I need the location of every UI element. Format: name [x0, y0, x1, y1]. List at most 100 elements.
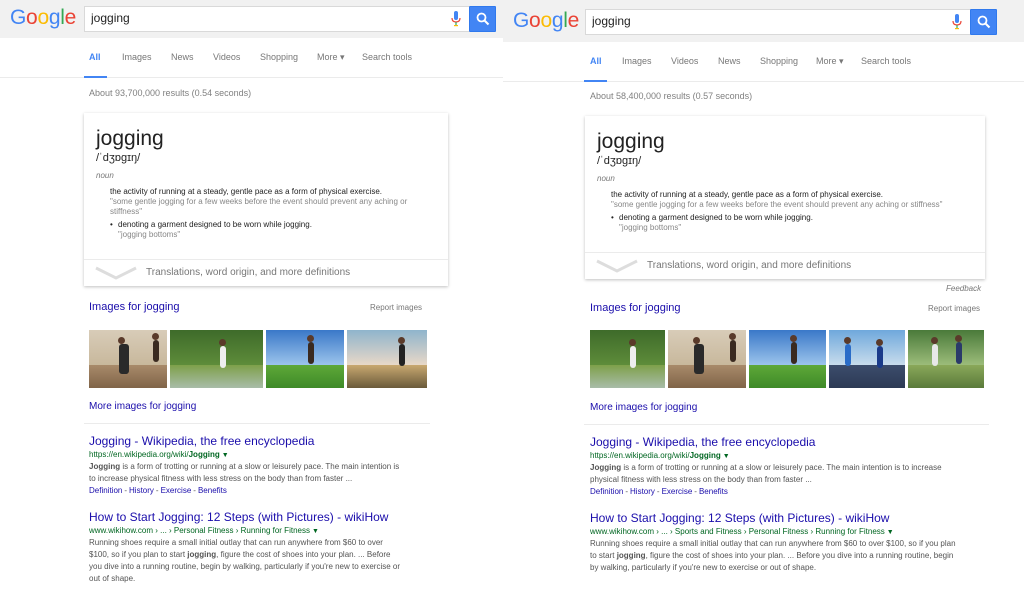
- tab-images[interactable]: Images: [122, 52, 152, 62]
- result-snippet: Jogging is a form of trotting or running…: [89, 461, 429, 485]
- example-2: "jogging bottoms": [619, 223, 682, 232]
- search-icon: [476, 12, 490, 26]
- divider: [84, 423, 430, 424]
- snippet-text: , figure the cost of shoes into your pla…: [645, 551, 954, 560]
- snippet-line: to increase physical fitness with less s…: [89, 474, 353, 483]
- result-snippet: Running shoes require a small initial ou…: [89, 537, 429, 585]
- dictionary-card: jogging /ˈdʒɒɡɪŋ/ noun the activity of r…: [84, 113, 448, 286]
- bullet-icon: •: [110, 220, 113, 229]
- snippet-line: Running shoes require a small initial ou…: [89, 538, 383, 547]
- definition-1: the activity of running at a steady, gen…: [110, 187, 382, 196]
- url-dropdown-icon[interactable]: ▼: [312, 528, 319, 535]
- image-thumbnail[interactable]: [347, 330, 427, 388]
- report-images-link[interactable]: Report images: [370, 303, 422, 312]
- sitelink-exercise[interactable]: Exercise: [662, 487, 693, 496]
- image-thumbnail[interactable]: [590, 330, 665, 388]
- search-input[interactable]: [592, 14, 932, 28]
- url-dropdown-icon[interactable]: ▼: [723, 453, 730, 460]
- snippet-line: by walking, particularly if you're new t…: [590, 563, 817, 572]
- sitelink-history[interactable]: History: [129, 486, 154, 495]
- dictionary-word: jogging: [597, 130, 665, 153]
- image-thumbnail[interactable]: [829, 330, 905, 388]
- result-title-link[interactable]: Jogging - Wikipedia, the free encycloped…: [89, 434, 429, 448]
- example-2: "jogging bottoms": [118, 230, 181, 239]
- sitelink-benefits[interactable]: Benefits: [699, 487, 728, 496]
- tab-images[interactable]: Images: [622, 56, 652, 66]
- more-definitions-bar[interactable]: Translations, word origin, and more defi…: [84, 259, 448, 286]
- tab-news[interactable]: News: [171, 52, 194, 62]
- left-results-page: Google All Images News Videos Shopping M…: [0, 0, 503, 591]
- more-definitions-link[interactable]: Translations, word origin, and more defi…: [146, 267, 350, 278]
- dictionary-part-of-speech: noun: [597, 174, 615, 183]
- result-title-link[interactable]: Jogging - Wikipedia, the free encycloped…: [590, 435, 1010, 449]
- header-bar: Google: [0, 0, 503, 38]
- right-results-page: Google All Images Videos News Shopping M…: [503, 0, 1024, 591]
- more-definitions-bar[interactable]: Translations, word origin, and more defi…: [585, 252, 985, 279]
- snippet-bold: Jogging: [590, 463, 622, 472]
- tab-news[interactable]: News: [718, 56, 741, 66]
- result-stats: About 58,400,000 results (0.57 seconds): [590, 91, 753, 101]
- url-dropdown-icon[interactable]: ▼: [222, 452, 229, 459]
- images-section-title[interactable]: Images for jogging: [590, 302, 681, 314]
- more-definitions-link[interactable]: Translations, word origin, and more defi…: [647, 260, 851, 271]
- sitelink-benefits[interactable]: Benefits: [198, 486, 227, 495]
- url-dropdown-icon[interactable]: ▼: [887, 529, 894, 536]
- tab-search-tools[interactable]: Search tools: [861, 56, 911, 66]
- image-thumbnail[interactable]: [749, 330, 826, 388]
- tab-videos[interactable]: Videos: [671, 56, 698, 66]
- microphone-icon[interactable]: [451, 11, 461, 27]
- tab-more[interactable]: More ▾: [317, 52, 345, 63]
- snippet-line: out of shape.: [89, 574, 136, 583]
- sitelink-definition[interactable]: Definition: [89, 486, 122, 495]
- tab-bar: All Images Videos News Shopping More ▾ S…: [503, 42, 1024, 82]
- header-bar: Google: [503, 0, 1024, 42]
- more-images-link[interactable]: More images for jogging: [89, 401, 196, 412]
- search-icon: [977, 15, 991, 29]
- more-images-link[interactable]: More images for jogging: [590, 402, 697, 413]
- tab-search-tools[interactable]: Search tools: [362, 52, 412, 62]
- search-button[interactable]: [970, 9, 997, 35]
- sitelink-definition[interactable]: Definition: [590, 487, 623, 496]
- result-title-link[interactable]: How to Start Jogging: 12 Steps (with Pic…: [590, 511, 1010, 525]
- image-thumbnail[interactable]: [170, 330, 263, 388]
- tab-more[interactable]: More ▾: [816, 56, 844, 67]
- sitelink-exercise[interactable]: Exercise: [161, 486, 192, 495]
- result-url: www.wikihow.com › ... › Sports and Fitne…: [590, 526, 1010, 538]
- url-text: www.wikihow.com › ... › Personal Fitness…: [89, 526, 310, 535]
- dictionary-phonetic: /ˈdʒɒɡɪŋ/: [597, 155, 642, 167]
- snippet-bold: Jogging: [89, 462, 121, 471]
- image-thumbnail[interactable]: [89, 330, 167, 388]
- tab-videos[interactable]: Videos: [213, 52, 240, 62]
- sitelink-history[interactable]: History: [630, 487, 655, 496]
- image-thumbnail[interactable]: [908, 330, 984, 388]
- images-section-title[interactable]: Images for jogging: [89, 301, 180, 313]
- google-logo[interactable]: Google: [10, 6, 76, 30]
- search-result: Jogging - Wikipedia, the free encycloped…: [590, 435, 1010, 497]
- tab-shopping[interactable]: Shopping: [260, 52, 298, 62]
- search-input[interactable]: [91, 11, 431, 25]
- bullet-icon: •: [611, 213, 614, 222]
- definition-1: the activity of running at a steady, gen…: [611, 190, 883, 199]
- definition-2: denoting a garment designed to be worn w…: [619, 213, 813, 222]
- result-snippet: Jogging is a form of trotting or running…: [590, 462, 1010, 486]
- snippet-line: is a form of trotting or running at a sl…: [120, 462, 400, 471]
- snippet-bold: jogging: [187, 550, 217, 559]
- search-result: Jogging - Wikipedia, the free encycloped…: [89, 434, 429, 496]
- feedback-link[interactable]: Feedback: [946, 284, 981, 293]
- microphone-icon[interactable]: [952, 14, 962, 30]
- chevron-down-icon: [596, 259, 638, 273]
- image-thumbnail[interactable]: [668, 330, 746, 388]
- url-text: https://en.wikipedia.org/wiki/: [89, 450, 189, 459]
- url-text: www.wikihow.com › ... › Sports and Fitne…: [590, 527, 885, 536]
- snippet-line: physical fitness with less stress on the…: [590, 475, 812, 484]
- snippet-text: , figure the cost of shoes into your pla…: [216, 550, 391, 559]
- report-images-link[interactable]: Report images: [928, 304, 980, 313]
- tab-shopping[interactable]: Shopping: [760, 56, 798, 66]
- tab-all[interactable]: All: [590, 56, 602, 66]
- google-logo[interactable]: Google: [513, 9, 579, 33]
- url-bold-text: Jogging: [188, 450, 220, 459]
- result-title-link[interactable]: How to Start Jogging: 12 Steps (with Pic…: [89, 510, 429, 524]
- tab-all[interactable]: All: [89, 52, 101, 62]
- image-thumbnail[interactable]: [266, 330, 344, 388]
- search-button[interactable]: [469, 6, 496, 32]
